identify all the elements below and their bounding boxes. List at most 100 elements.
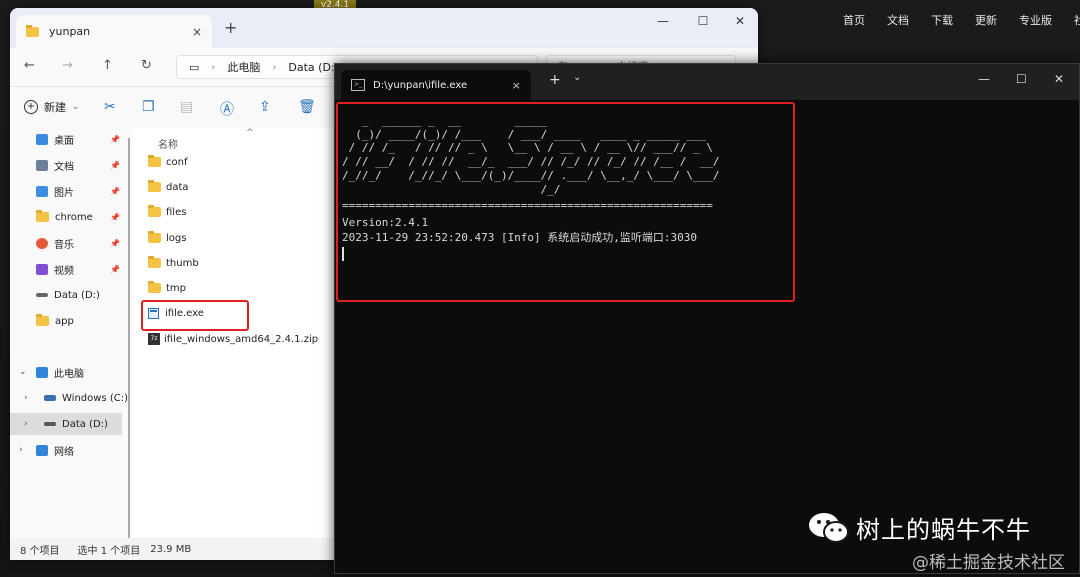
folder-icon — [148, 256, 161, 268]
nav-item-label: 视频 — [54, 265, 74, 277]
nav-item-label: Windows (C:) — [62, 392, 128, 404]
nav-item-music[interactable]: 音乐 📌 — [10, 232, 122, 254]
nav-scrollbar[interactable] — [128, 138, 130, 538]
nav-item-label: 桌面 — [54, 135, 74, 147]
nav-item-data-d-selected[interactable]: › Data (D:) — [10, 413, 122, 435]
nav-item-pictures[interactable]: 图片 📌 — [10, 180, 122, 202]
file-name: conf — [166, 156, 188, 168]
file-row-conf[interactable]: conf — [148, 152, 187, 172]
share-icon[interactable]: ⇪ — [259, 99, 271, 115]
nav-item-label: 音乐 — [54, 239, 74, 251]
explorer-tab[interactable]: yunpan × — [16, 15, 212, 48]
nav-home[interactable]: 首页 — [843, 12, 865, 28]
copy-icon[interactable]: ❐ — [142, 99, 155, 115]
pin-icon: 📌 — [110, 134, 120, 144]
pin-icon: 📌 — [110, 238, 120, 248]
file-name: tmp — [166, 282, 187, 294]
terminal-tab[interactable]: >_ D:\yunpan\ifile.exe × — [341, 70, 531, 100]
music-icon — [36, 237, 48, 249]
version-line: Version:2.4.1 — [342, 216, 429, 230]
breadcrumb-data-d[interactable]: Data (D:) — [288, 61, 339, 74]
nav-item-label: 此电脑 — [54, 368, 84, 380]
new-button[interactable]: + 新建 ⌄ — [24, 99, 80, 115]
chevron-right-icon[interactable]: › — [24, 419, 28, 429]
terminal-window: >_ D:\yunpan\ifile.exe × + ⌄ — ☐ ✕ _ ___… — [334, 63, 1080, 574]
file-name: files — [166, 206, 187, 218]
chevron-right-icon[interactable]: › — [24, 393, 28, 403]
breadcrumb-this-pc[interactable]: 此电脑 — [227, 59, 260, 75]
back-arrow-icon[interactable]: ← — [24, 58, 35, 73]
plus-icon: + — [24, 100, 38, 114]
file-row-ifile-exe[interactable]: ifile.exe — [148, 303, 204, 323]
video-icon — [36, 263, 48, 275]
chevron-down-icon[interactable]: ⌄ — [19, 367, 27, 377]
nav-item-documents[interactable]: 文档 📌 — [10, 154, 122, 176]
minimize-button[interactable]: — — [978, 72, 990, 86]
nav-item-chrome[interactable]: chrome 📌 — [10, 206, 122, 228]
terminal-tab-label: D:\yunpan\ifile.exe — [373, 79, 468, 91]
file-row-logs[interactable]: logs — [148, 228, 186, 248]
delete-icon[interactable]: 🗑 — [298, 99, 316, 115]
refresh-icon[interactable]: ↻ — [141, 58, 152, 73]
folder-icon — [36, 210, 49, 222]
nav-community[interactable]: 社 — [1074, 12, 1080, 28]
file-row-data[interactable]: data — [148, 177, 189, 197]
cut-icon[interactable]: ✂ — [104, 99, 116, 115]
forward-arrow-icon[interactable]: → — [62, 58, 73, 73]
site-nav: 首页 文档 下载 更新 专业版 社 — [843, 12, 1080, 28]
nav-pro[interactable]: 专业版 — [1019, 12, 1052, 28]
nav-updates[interactable]: 更新 — [975, 12, 997, 28]
pin-icon: 📌 — [110, 160, 120, 170]
terminal-output[interactable]: _ ______ _ __ _____ (_)/ ____/(_)/ /___ … — [335, 100, 1079, 573]
nav-item-desktop[interactable]: 桌面 📌 — [10, 128, 122, 150]
close-button[interactable]: ✕ — [1054, 72, 1064, 86]
status-item-count: 8 个项目 — [20, 545, 60, 557]
maximize-button[interactable]: ☐ — [688, 14, 718, 28]
drive-icon — [44, 395, 56, 401]
network-icon — [36, 444, 48, 456]
rename-icon[interactable]: Ⓐ — [220, 99, 234, 119]
zip-archive-icon: 7z — [148, 333, 160, 345]
new-tab-button[interactable]: + — [549, 72, 561, 88]
nav-download[interactable]: 下载 — [931, 12, 953, 28]
maximize-button[interactable]: ☐ — [1016, 72, 1027, 86]
nav-item-label: 网络 — [54, 446, 74, 458]
file-row-tmp[interactable]: tmp — [148, 278, 186, 298]
nav-item-network[interactable]: › 网络 — [10, 439, 122, 461]
minimize-button[interactable]: — — [648, 14, 678, 28]
watermark-title: 树上的蜗牛不牛 — [856, 516, 1031, 544]
tab-close-icon[interactable]: × — [192, 25, 202, 39]
paste-icon[interactable]: ▤ — [180, 99, 193, 115]
nav-item-windows-c[interactable]: › Windows (C:) — [10, 387, 132, 409]
nav-item-app[interactable]: app — [10, 310, 122, 332]
new-tab-button[interactable]: + — [224, 18, 237, 37]
column-header-name[interactable]: 名称 — [158, 136, 178, 151]
new-button-label: 新建 — [44, 101, 66, 114]
nav-item-video[interactable]: 视频 📌 — [10, 258, 122, 280]
file-row-files[interactable]: files — [148, 202, 186, 222]
chevron-down-icon: ⌄ — [72, 102, 80, 112]
chevron-right-icon[interactable]: › — [19, 445, 23, 455]
pin-icon: 📌 — [110, 186, 120, 196]
nav-item-label: chrome — [55, 211, 93, 223]
status-size: 23.9 MB — [150, 543, 192, 555]
watermark: 树上的蜗牛不牛 — [808, 510, 1031, 545]
folder-icon — [148, 155, 161, 167]
file-row-thumb[interactable]: thumb — [148, 253, 199, 273]
status-selected: 选中 1 个项目 — [77, 545, 141, 557]
close-button[interactable]: ✕ — [725, 14, 755, 28]
nav-docs[interactable]: 文档 — [887, 12, 909, 28]
nav-item-data-d[interactable]: Data (D:) — [10, 284, 122, 306]
explorer-titlebar: yunpan × + — ☐ ✕ — [10, 8, 758, 48]
file-row-zip[interactable]: 7z ifile_windows_amd64_2.4.1.zip — [148, 329, 318, 349]
explorer-tab-label: yunpan — [49, 25, 91, 38]
tab-close-icon[interactable]: × — [512, 79, 521, 92]
document-icon — [36, 159, 48, 171]
folder-icon — [148, 231, 161, 243]
separator-line: ========================================… — [342, 199, 713, 213]
dropdown-chevron-icon[interactable]: ⌄ — [573, 72, 581, 83]
up-arrow-icon[interactable]: ↑ — [102, 58, 113, 73]
chevron-right-icon: › — [211, 61, 216, 73]
nav-item-this-pc[interactable]: ⌄ 此电脑 — [10, 361, 122, 383]
text-cursor — [342, 247, 344, 262]
